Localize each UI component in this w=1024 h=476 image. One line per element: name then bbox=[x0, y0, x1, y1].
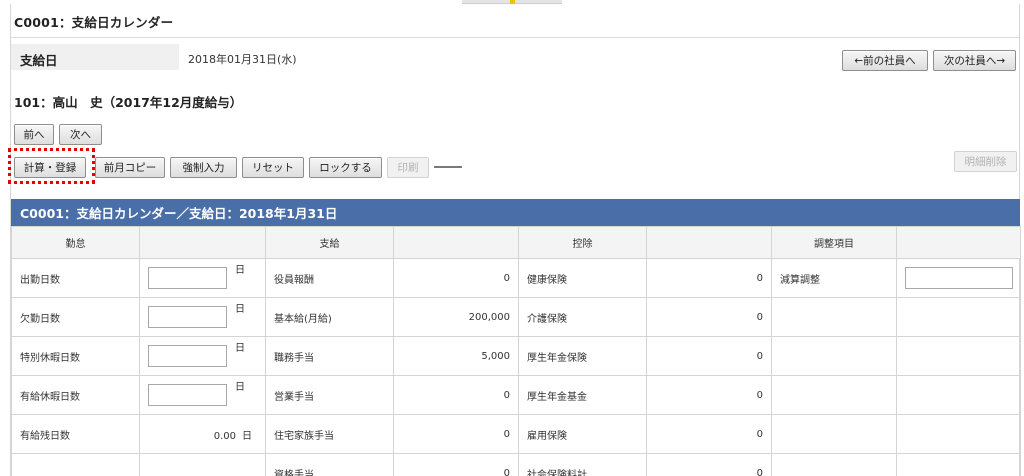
payment-label: 基本給(月給) bbox=[265, 297, 394, 337]
pay-date-label: 支給日 bbox=[20, 53, 58, 68]
adjustment-label bbox=[771, 297, 897, 337]
adjustment-value-cell bbox=[896, 258, 1021, 298]
payment-label: 営業手当 bbox=[265, 375, 394, 415]
attendance-label bbox=[11, 453, 140, 476]
deduction-value: 0 bbox=[646, 414, 772, 454]
attendance-value: 0.00 bbox=[213, 430, 236, 442]
prev-button[interactable]: 前へ bbox=[14, 124, 54, 145]
copy-prev-month-button[interactable]: 前月コピー bbox=[95, 157, 165, 178]
adjustment-value-cell bbox=[896, 453, 1021, 476]
adjustment-value-cell bbox=[896, 414, 1021, 454]
table-row: 有給休暇日数日営業手当 0 厚生年金基金 0 bbox=[11, 375, 1021, 415]
deduction-value: 0 bbox=[646, 453, 772, 476]
deduction-label: 社会保険料計 bbox=[518, 453, 647, 476]
payment-label: 住宅家族手当 bbox=[265, 414, 394, 454]
page-title: C0001：支給日カレンダー bbox=[14, 15, 174, 30]
deduction-label: 雇用保険 bbox=[518, 414, 647, 454]
deduction-value: 0 bbox=[646, 336, 772, 376]
adjustment-value-cell bbox=[896, 336, 1021, 376]
pay-date-value: 2018年01月31日(水) bbox=[188, 53, 297, 66]
attendance-label: 欠勤日数 bbox=[11, 297, 140, 337]
deduction-label: 介護保険 bbox=[518, 297, 647, 337]
day-unit: 日 bbox=[235, 382, 245, 393]
next-employee-button[interactable]: 次の社員へ→ bbox=[933, 50, 1016, 71]
print-button[interactable]: 印刷 bbox=[387, 157, 429, 178]
force-input-button[interactable]: 強制入力 bbox=[170, 157, 237, 178]
attendance-input[interactable] bbox=[148, 267, 227, 289]
attendance-value-cell: 0.00 日 bbox=[139, 414, 266, 454]
attendance-input[interactable] bbox=[148, 345, 227, 367]
prev-employee-button[interactable]: ←前の社員へ bbox=[842, 50, 928, 71]
attendance-input[interactable] bbox=[148, 384, 227, 406]
attendance-value-cell: 日 bbox=[139, 375, 266, 415]
adjustment-input[interactable] bbox=[905, 267, 1013, 289]
adjustment-label: 減算調整 bbox=[771, 258, 897, 298]
payment-value: 5,000 bbox=[393, 336, 519, 376]
attendance-label: 特別休暇日数 bbox=[11, 336, 140, 376]
payment-label: 資格手当 bbox=[265, 453, 394, 476]
attendance-label: 有給残日数 bbox=[11, 414, 140, 454]
separator-dash bbox=[434, 166, 462, 168]
adjustment-label bbox=[771, 336, 897, 376]
day-unit: 日 bbox=[242, 430, 252, 442]
deduction-value: 0 bbox=[646, 375, 772, 415]
attendance-value-cell: 日 bbox=[139, 258, 266, 298]
deduction-value: 0 bbox=[646, 258, 772, 298]
attendance-value-cell: 日 bbox=[139, 297, 266, 337]
next-button[interactable]: 次へ bbox=[59, 124, 102, 145]
table-row: 出勤日数日役員報酬 0 健康保険 0 減算調整 bbox=[11, 258, 1021, 298]
adjustment-label bbox=[771, 414, 897, 454]
deduction-label: 健康保険 bbox=[518, 258, 647, 298]
deduction-label: 厚生年金基金 bbox=[518, 375, 647, 415]
payroll-table: 勤怠 支給 控除 調整項目 出勤日数日役員報酬 0 健康保険 0 減算調整 欠勤日数日基本… bbox=[11, 226, 1021, 476]
deduction-label: 厚生年金保険 bbox=[518, 336, 647, 376]
adjustment-value-cell bbox=[896, 375, 1021, 415]
day-unit: 日 bbox=[235, 343, 245, 354]
payment-label: 役員報酬 bbox=[265, 258, 394, 298]
attendance-input[interactable] bbox=[148, 306, 227, 328]
table-row: 特別休暇日数 日 職務手当 5,000 厚生年金保険 0 bbox=[11, 336, 1021, 376]
payment-label: 職務手当 bbox=[265, 336, 394, 376]
attendance-label: 出勤日数 bbox=[11, 258, 140, 298]
adjustment-label bbox=[771, 375, 897, 415]
attendance-value-cell: 日 bbox=[139, 336, 266, 376]
attendance-value-cell bbox=[139, 453, 266, 476]
adjustment-label bbox=[771, 453, 897, 476]
table-header-row: 勤怠 支給 控除 調整項目 bbox=[11, 226, 1021, 259]
payment-value: 200,000 bbox=[393, 297, 519, 337]
employee-heading: 101：高山 史（2017年12月度給与） bbox=[14, 95, 243, 110]
reset-button[interactable]: リセット bbox=[242, 157, 304, 178]
payment-value: 0 bbox=[393, 375, 519, 415]
day-unit: 日 bbox=[235, 265, 245, 276]
payment-value: 0 bbox=[393, 258, 519, 298]
table-row: 有給残日数 0.00 日住宅家族手当 0 雇用保険 0 bbox=[11, 414, 1021, 454]
table-row: 欠勤日数 日 基本給(月給) 200,000 介護保険 0 bbox=[11, 297, 1021, 337]
attendance-label: 有給休暇日数 bbox=[11, 375, 140, 415]
deduction-value: 0 bbox=[646, 297, 772, 337]
title-divider bbox=[11, 37, 1019, 38]
payment-value: 0 bbox=[393, 414, 519, 454]
table-row: 資格手当 0 社会保険料計 0 bbox=[11, 453, 1021, 476]
delete-detail-button[interactable]: 明細削除 bbox=[954, 151, 1017, 172]
column-header-payment: 支給 bbox=[265, 226, 394, 259]
column-header-adjustment: 調整項目 bbox=[771, 226, 897, 259]
payment-value: 0 bbox=[393, 453, 519, 476]
highlight-marker bbox=[8, 148, 95, 184]
section-header: C0001：支給日カレンダー／支給日：2018年1月31日 bbox=[11, 199, 1020, 226]
column-header-deduction: 控除 bbox=[518, 226, 647, 259]
day-unit: 日 bbox=[235, 304, 245, 315]
column-header-attendance: 勤怠 bbox=[11, 226, 140, 259]
lock-button[interactable]: ロックする bbox=[309, 157, 382, 178]
adjustment-value-cell bbox=[896, 297, 1021, 337]
